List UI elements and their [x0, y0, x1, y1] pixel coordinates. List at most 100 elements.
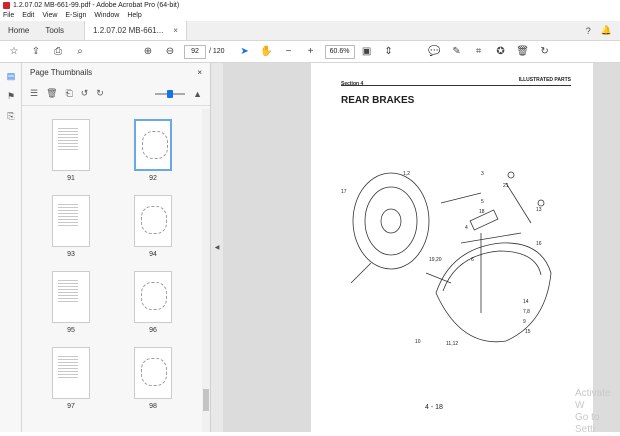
page-up-icon[interactable]: ⊕: [140, 44, 156, 60]
delete-icon[interactable]: 🗑: [515, 44, 531, 60]
rotate-icon[interactable]: ↻: [537, 44, 553, 60]
comment-icon[interactable]: 💬: [427, 44, 443, 60]
tab-home[interactable]: Home: [0, 21, 37, 40]
thumbnails-pane: Page Thumbnails × ☰ 🗑 ⎗ ↺ ↻ ▲ 91 92 93 94 95…: [22, 63, 211, 432]
page-thumbnail[interactable]: [52, 271, 90, 323]
print-icon[interactable]: ⎙: [50, 44, 66, 60]
page-thumbnail[interactable]: [134, 347, 172, 399]
menu-esign[interactable]: E-Sign: [65, 12, 86, 19]
menu-file[interactable]: File: [3, 12, 14, 19]
menu-view[interactable]: View: [42, 12, 57, 19]
thumb-text: [58, 126, 78, 152]
callout: 13: [536, 207, 542, 213]
page-number-input[interactable]: 92: [184, 44, 206, 59]
menu-window[interactable]: Window: [94, 12, 119, 19]
upload-icon[interactable]: ⇪: [28, 44, 44, 60]
document-area: Section 4 ILLUSTRATED PARTS REAR BRAKES …: [223, 63, 620, 432]
callout: 14: [523, 299, 529, 305]
page-thumbnail[interactable]: [52, 347, 90, 399]
activation-watermark: Activate W Go to Setti: [575, 388, 620, 436]
callout: 5: [481, 199, 484, 205]
callout: 16: [536, 241, 542, 247]
tab-document[interactable]: 1.2.07.02 MB-661... ×: [84, 21, 187, 40]
acrobat-icon: [3, 1, 10, 9]
thumbnail-label: 94: [149, 251, 157, 258]
rotate-left-icon[interactable]: ↺: [81, 88, 89, 99]
callout: 7,8: [523, 309, 530, 315]
thumb-drawing: [141, 206, 167, 234]
callout: 9: [523, 319, 526, 325]
watermark-line2: Go to Setti: [575, 412, 600, 435]
options-icon[interactable]: ☰: [30, 88, 38, 99]
callout: 21: [503, 183, 509, 189]
thumbnail-label: 97: [67, 403, 75, 410]
menu-bar: File Edit View E-Sign Window Help: [0, 10, 620, 21]
page-number-footer: 4 - 18: [425, 404, 443, 411]
callout: 10: [415, 339, 421, 345]
thumbnail-label: 98: [149, 403, 157, 410]
hand-tool-icon[interactable]: ✋: [259, 44, 275, 60]
header-rule: [341, 85, 571, 86]
page-down-icon[interactable]: ⊖: [162, 44, 178, 60]
bookmark-icon[interactable]: ⚑: [4, 89, 18, 103]
thumb-text: [58, 278, 78, 304]
attachment-icon[interactable]: ⎘: [4, 109, 18, 123]
fit-page-icon[interactable]: ▣: [359, 44, 375, 60]
thumb-text: [58, 202, 78, 228]
notification-icon[interactable]: 🔔: [601, 25, 612, 36]
page-thumbnail[interactable]: [134, 271, 172, 323]
zoom-select[interactable]: 60.6%: [324, 44, 355, 59]
tab-tools[interactable]: Tools: [37, 21, 72, 40]
page-total: / 120: [209, 48, 225, 55]
page-thumbnail[interactable]: [134, 195, 172, 247]
callout: 3: [481, 171, 484, 177]
thumb-drawing: [142, 131, 168, 159]
help-icon[interactable]: ?: [586, 26, 591, 36]
pane-close-icon[interactable]: ×: [197, 68, 202, 77]
brake-exploded-diagram: 1,2 17 3 21 5 13 18 4 16 19,20 6 7,8 14 …: [341, 171, 552, 347]
thumb-scrollbar[interactable]: [202, 109, 210, 432]
rotate-right-icon[interactable]: ↻: [96, 88, 104, 99]
trash-icon[interactable]: 🗑: [46, 88, 57, 99]
callout: 19,20: [429, 257, 442, 263]
mountain-large-icon: ▲: [193, 88, 202, 99]
zoom-in-icon[interactable]: +: [303, 44, 319, 60]
pdf-page: Section 4 ILLUSTRATED PARTS REAR BRAKES …: [311, 63, 593, 432]
scroll-mode-icon[interactable]: ⇕: [381, 44, 397, 60]
pen-icon[interactable]: ✎: [449, 44, 465, 60]
star-icon[interactable]: ☆: [6, 44, 22, 60]
thumb-text: [58, 354, 78, 380]
page-thumbnail[interactable]: [52, 119, 90, 171]
page-thumbnail[interactable]: [134, 119, 172, 171]
section-label: Section 4: [341, 81, 364, 87]
zoom-out-icon[interactable]: −: [281, 44, 297, 60]
brake-shoe: [435, 242, 552, 343]
insert-page-icon[interactable]: ⎗: [66, 88, 73, 99]
select-cursor-icon[interactable]: ➤: [237, 44, 253, 60]
callout: 6: [471, 257, 474, 263]
left-rail: ▤ ⚑ ⎘: [0, 63, 22, 432]
menu-help[interactable]: Help: [127, 12, 141, 19]
thumbnail-label: 91: [67, 175, 75, 182]
callout: 11,12: [446, 341, 458, 347]
toolbar-spacer: [94, 44, 134, 60]
main-toolbar: ☆ ⇪ ⎙ ⌕ ⊕ ⊖ 92 / 120 ➤ ✋ − + 60.6% ▣ ⇕ 💬…: [0, 41, 620, 63]
menu-edit[interactable]: Edit: [22, 12, 34, 19]
page-thumbnail[interactable]: [52, 195, 90, 247]
pane-splitter[interactable]: ◀: [211, 63, 223, 432]
thumbnails-icon[interactable]: ▤: [4, 69, 18, 83]
watermark-line1: Activate W: [575, 388, 611, 411]
callout: 17: [341, 189, 347, 195]
search-icon[interactable]: ⌕: [72, 44, 88, 60]
thumbnail-label: 96: [149, 327, 157, 334]
thumb-size-slider[interactable]: [155, 89, 186, 98]
close-icon[interactable]: ×: [173, 26, 178, 35]
scrollbar-thumb[interactable]: [203, 389, 209, 411]
thumb-drawing: [141, 282, 167, 310]
callout: 15: [525, 329, 531, 335]
slider-knob[interactable]: [167, 89, 174, 98]
thumbnail-grid: 91 92 93 94 95 96 97 98: [22, 109, 203, 432]
highlight-icon[interactable]: ⌗: [471, 44, 487, 60]
header-label: ILLUSTRATED PARTS: [518, 77, 571, 83]
stamp-icon[interactable]: ✪: [493, 44, 509, 60]
